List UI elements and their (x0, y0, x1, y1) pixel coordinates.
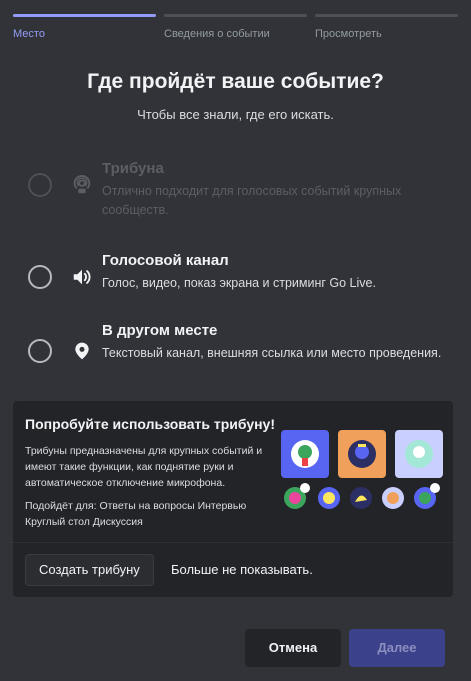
modal-title: Где пройдёт ваше событие? (87, 70, 384, 93)
stage-radio (28, 173, 52, 197)
stage-illustration (281, 430, 443, 509)
promo-divider (13, 542, 453, 543)
location-pin-icon (70, 339, 94, 363)
promo-title: Попробуйте использовать трибуну! (25, 416, 276, 432)
modal-subtitle: Чтобы все знали, где его искать. (137, 107, 334, 122)
option-title: Голосовой канал (102, 252, 229, 269)
option-description: Текстовый канал, внешняя ссылка или мест… (102, 346, 442, 360)
next-button[interactable]: Далее (349, 629, 445, 667)
option-description: Голос, видео, показ экрана и стриминг Go… (102, 276, 376, 290)
step-event-info: Сведения о событии (164, 14, 307, 40)
create-event-modal: Место Сведения о событии Просмотреть Где… (0, 0, 471, 681)
step-label: Просмотреть (315, 28, 382, 40)
option-title: Трибуна (102, 160, 164, 177)
promo-suited-for: Подойдёт для: Ответы на вопросы Интервью… (25, 500, 247, 528)
step-bar (164, 14, 307, 17)
dont-show-again-link[interactable]: Больше не показывать. (171, 562, 313, 577)
stage-promo-card: Попробуйте использовать трибуну! Трибуны… (13, 401, 453, 597)
somewhere-else-radio[interactable] (28, 339, 52, 363)
option-title: В другом месте (102, 322, 218, 339)
create-stage-button[interactable]: Создать трибуну (25, 554, 154, 586)
cancel-button[interactable]: Отмена (245, 629, 341, 667)
promo-description: Трибуны предназначены для крупных событи… (25, 445, 263, 489)
step-bar (315, 14, 458, 17)
step-label: Место (13, 28, 45, 40)
step-location: Место (13, 14, 156, 40)
step-label: Сведения о событии (164, 28, 270, 40)
option-description: Отлично подходит для голосовых событий к… (102, 184, 402, 217)
speaker-icon (70, 265, 94, 289)
step-review: Просмотреть (315, 14, 458, 40)
option-somewhere-else[interactable]: В другом месте Текстовый канал, внешняя … (28, 322, 451, 363)
voice-channel-radio[interactable] (28, 265, 52, 289)
stage-icon (70, 173, 94, 197)
progress-stepper: Место Сведения о событии Просмотреть (13, 14, 458, 40)
step-bar (13, 14, 156, 17)
option-stage: Трибуна Отлично подходит для голосовых с… (28, 160, 451, 220)
option-voice-channel[interactable]: Голосовой канал Голос, видео, показ экра… (28, 252, 451, 293)
